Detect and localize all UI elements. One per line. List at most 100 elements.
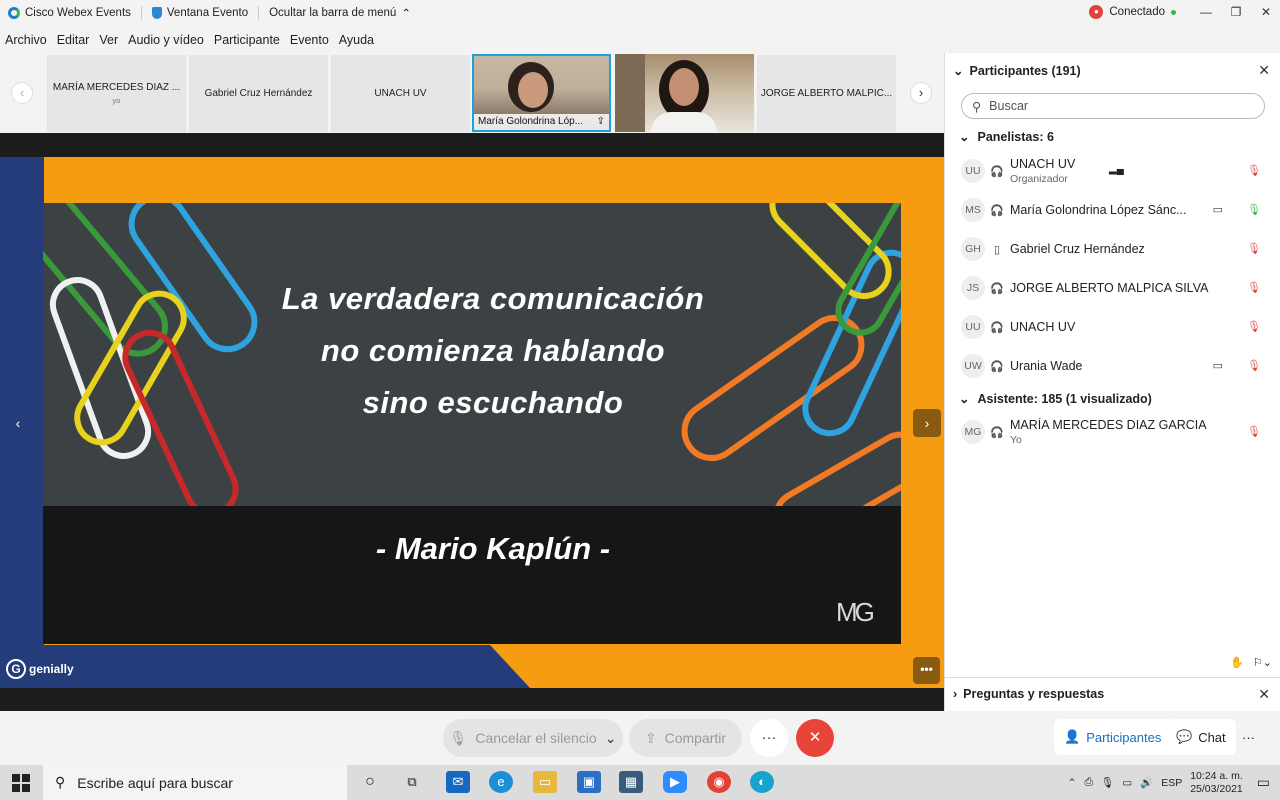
chevron-down-icon[interactable]: ⌄ bbox=[605, 730, 617, 747]
participant-row[interactable]: MG 🎧 MARÍA MERCEDES DIAZ GARCIA Yo 🎙 bbox=[961, 415, 1271, 449]
menu-audio-video[interactable]: Audio y vídeo bbox=[128, 33, 204, 47]
share-button[interactable]: ⇪ Compartir bbox=[629, 719, 742, 757]
store-icon[interactable]: ▣ bbox=[577, 771, 601, 793]
panelists-group-header[interactable]: ⌄ Panelistas: 6 bbox=[959, 129, 1054, 145]
network-icon[interactable]: ▭ bbox=[1122, 777, 1132, 789]
participant-row[interactable]: MS 🎧 María Golondrina López Sánc... ▭ 🎙 bbox=[961, 193, 1271, 227]
avatar: UU bbox=[961, 315, 985, 339]
windows-start-icon[interactable] bbox=[12, 774, 30, 792]
taskbar-search-input[interactable]: ⚲ Escribe aquí para buscar bbox=[43, 765, 347, 800]
search-input[interactable]: ⚲ Buscar bbox=[961, 93, 1265, 119]
attendees-group-header[interactable]: ⌄ Asistente: 185 (1 visualizado) bbox=[959, 391, 1152, 407]
slide-prev-button[interactable]: ‹ bbox=[4, 409, 32, 437]
strip-prev-button[interactable]: ‹ bbox=[11, 82, 33, 104]
zoom-icon[interactable]: ▶ bbox=[663, 771, 687, 793]
active-speaker-video[interactable]: María Golondrina Lóp... ⇪ bbox=[472, 54, 611, 132]
app-title: Cisco Webex Events bbox=[8, 7, 131, 19]
mail-icon[interactable]: ✉ bbox=[446, 771, 470, 793]
mic-muted-icon[interactable]: 🎙 bbox=[1247, 320, 1261, 333]
mic-muted-icon[interactable]: 🎙 bbox=[1247, 425, 1261, 438]
mic-muted-icon[interactable]: 🎙 bbox=[1247, 242, 1261, 255]
mic-muted-icon[interactable]: 🎙 bbox=[1247, 359, 1261, 372]
chevron-up-icon[interactable]: ⌃ bbox=[1068, 777, 1077, 789]
chevron-down-icon: ⌄ bbox=[953, 64, 964, 78]
chat-tab-button[interactable]: 💬 Chat bbox=[1166, 719, 1236, 755]
chevron-up-icon: ⌃ bbox=[401, 8, 411, 20]
panel-title: Participantes (191) bbox=[969, 63, 1081, 78]
volume-icon[interactable]: 🔊 bbox=[1140, 776, 1153, 789]
connection-label: Conectado bbox=[1109, 6, 1165, 18]
video-tile[interactable]: JORGE ALBERTO MALPIC... bbox=[757, 55, 896, 132]
meet-now-icon[interactable]: ⎙ bbox=[1084, 776, 1092, 789]
reaction-dropdown-icon[interactable]: ⚐⌄ bbox=[1253, 656, 1272, 669]
panel-more-button[interactable]: ··· bbox=[1236, 719, 1270, 755]
calculator-icon[interactable]: ▦ bbox=[619, 771, 643, 793]
unmute-label: Cancelar el silencio bbox=[475, 730, 597, 746]
slide-next-button[interactable]: › bbox=[913, 409, 941, 437]
panel-header[interactable]: ⌄ Participantes (191) bbox=[953, 63, 1081, 79]
more-options-button[interactable]: ··· bbox=[750, 719, 788, 757]
close-icon[interactable]: ✕ bbox=[1258, 686, 1270, 703]
unmute-button[interactable]: 🎙 Cancelar el silencio ⌄ bbox=[443, 719, 623, 757]
signal-bars-icon: ▂▄ bbox=[1109, 164, 1124, 175]
menu-editar[interactable]: Editar bbox=[57, 33, 90, 47]
connection-status[interactable]: ● Conectado bbox=[1089, 5, 1176, 19]
minimize-icon[interactable]: — bbox=[1192, 0, 1220, 26]
hide-menu-button[interactable]: Ocultar la barra de menú ⌃ bbox=[269, 6, 411, 20]
tile-sub: yo bbox=[112, 96, 121, 105]
cortana-icon[interactable]: ○ bbox=[358, 771, 382, 793]
video-tile-camera[interactable] bbox=[615, 54, 754, 132]
notifications-icon[interactable]: ▭ bbox=[1257, 774, 1270, 791]
webex-taskbar-icon[interactable]: ◐ bbox=[750, 771, 774, 793]
mic-muted-icon[interactable]: 🎙 bbox=[1247, 281, 1261, 294]
speaker-face bbox=[518, 72, 548, 108]
chrome-icon[interactable]: ◉ bbox=[707, 771, 731, 793]
participant-row[interactable]: UW 🎧 Urania Wade ▭ 🎙 bbox=[961, 349, 1271, 383]
language-indicator[interactable]: ESP bbox=[1161, 777, 1182, 789]
video-tile[interactable]: Gabriel Cruz Hernández bbox=[189, 55, 328, 132]
title-bar: Cisco Webex Events Ventana Evento Oculta… bbox=[0, 0, 1280, 26]
quote-author: - Mario Kaplún - bbox=[375, 531, 611, 566]
menu-archivo[interactable]: Archivo bbox=[5, 33, 47, 47]
divider bbox=[258, 6, 260, 20]
connection-icon: ● bbox=[1089, 5, 1104, 19]
slide-more-button[interactable]: ••• bbox=[913, 657, 940, 684]
chevron-down-icon: ⌄ bbox=[959, 392, 970, 406]
panelists-count: Panelistas: 6 bbox=[977, 129, 1054, 144]
mic-muted-icon[interactable]: 🎙 bbox=[1247, 164, 1261, 177]
clock[interactable]: 10:24 a. m. 25/03/2021 bbox=[1190, 770, 1243, 796]
clock-time: 10:24 a. m. bbox=[1190, 769, 1243, 782]
participant-row[interactable]: GH ▯ Gabriel Cruz Hernández 🎙 bbox=[961, 232, 1271, 266]
mic-active-icon[interactable]: 🎙 bbox=[1247, 203, 1261, 216]
video-tile[interactable]: UNACH UV bbox=[331, 55, 470, 132]
close-icon[interactable]: ✕ bbox=[1252, 0, 1280, 26]
participants-tab-button[interactable]: 👤 Participantes bbox=[1054, 719, 1172, 755]
raise-hand-icon[interactable]: ✋ bbox=[1230, 656, 1244, 669]
task-view-icon[interactable]: ⧉ bbox=[400, 771, 424, 793]
tile-name: UNACH UV bbox=[374, 88, 427, 99]
menu-ayuda[interactable]: Ayuda bbox=[339, 33, 374, 47]
participant-row[interactable]: JS 🎧 JORGE ALBERTO MALPICA SILVA 🎙 bbox=[961, 271, 1271, 305]
genially-brand[interactable]: G genially bbox=[6, 659, 74, 679]
menu-evento[interactable]: Evento bbox=[290, 33, 329, 47]
participant-role: Organizador bbox=[1010, 173, 1068, 185]
qa-panel-header[interactable]: › Preguntas y respuestas ✕ bbox=[944, 677, 1280, 711]
menu-participante[interactable]: Participante bbox=[214, 33, 280, 47]
microphone-icon[interactable]: 🎙 bbox=[1101, 776, 1114, 789]
headset-icon: 🎧 bbox=[990, 204, 1004, 217]
genially-label: genially bbox=[29, 662, 74, 676]
edge-icon[interactable]: e bbox=[489, 771, 513, 793]
participant-row[interactable]: UU 🎧 UNACH UV 🎙 bbox=[961, 310, 1271, 344]
headset-icon: 🎧 bbox=[990, 165, 1004, 178]
participant-row[interactable]: UU 🎧 UNACH UV Organizador ▂▄ 🎙 bbox=[961, 154, 1271, 188]
close-icon[interactable]: ✕ bbox=[1258, 62, 1270, 79]
restore-icon[interactable]: ❐ bbox=[1222, 0, 1250, 26]
strip-next-button[interactable]: › bbox=[910, 82, 932, 104]
leave-button[interactable]: ✕ bbox=[796, 719, 834, 757]
file-explorer-icon[interactable]: ▭ bbox=[533, 771, 557, 793]
menu-ver[interactable]: Ver bbox=[99, 33, 118, 47]
window-controls: — ❐ ✕ bbox=[1190, 0, 1280, 26]
video-tile[interactable]: MARÍA MERCEDES DIAZ ... yo bbox=[47, 55, 186, 132]
chat-tab-label: Chat bbox=[1198, 729, 1226, 745]
search-icon: ⚲ bbox=[55, 774, 66, 790]
